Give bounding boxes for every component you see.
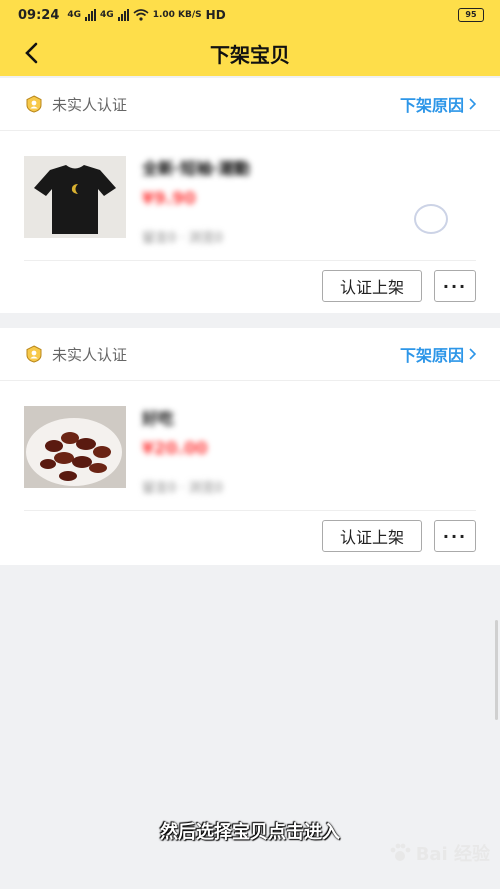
more-button[interactable]: ··· <box>434 520 476 552</box>
delist-reason-link[interactable]: 下架原因 <box>400 92 476 116</box>
wifi-icon <box>133 9 149 21</box>
watermark-text: Bai 经验 <box>415 844 490 865</box>
divider <box>24 260 476 261</box>
signal-icon <box>85 9 97 21</box>
divider <box>24 510 476 511</box>
cert-relist-button[interactable]: 认证上架 <box>322 520 422 552</box>
status-bar: 09:24 4G 4G 1.00 KB/S HD 95 <box>0 0 500 30</box>
cert-status-text: 未实人认证 <box>52 95 128 114</box>
person-badge-icon <box>24 344 44 364</box>
page-title: 下架宝贝 <box>210 42 290 67</box>
product-item[interactable]: 全新·短袖·潮動 ¥9.90 留言0 · 浏览0 <box>0 131 500 261</box>
product-title: 好吃 <box>142 409 175 428</box>
product-price: ¥20.00 <box>142 439 208 459</box>
product-price: ¥9.90 <box>142 189 196 209</box>
baidu-jingyan-watermark: Bai 经验 <box>388 840 490 866</box>
delist-reason-label: 下架原因 <box>399 346 464 365</box>
product-meta: 留言0 · 浏览0 <box>142 231 223 246</box>
product-card[interactable]: 未实人认证 下架原因 全新·短袖·潮動 ¥9.90 留言0 · 浏览0 认证上架… <box>0 78 500 313</box>
card-actions: 认证上架 ··· <box>322 270 476 302</box>
product-card[interactable]: 未实人认证 下架原因 好吃 ¥20.00 留言0 · 浏览0 认证上架 ··· <box>0 328 500 565</box>
hd-label: HD <box>205 8 226 22</box>
card-actions: 认证上架 ··· <box>322 520 476 552</box>
status-time: 09:24 <box>18 7 60 23</box>
person-badge-icon <box>24 94 44 114</box>
network-label: 4G <box>67 10 82 20</box>
product-meta: 留言0 · 浏览0 <box>142 481 223 496</box>
network-label-2: 4G <box>100 10 114 20</box>
product-image-food <box>24 406 126 488</box>
status-icons: 4G 4G 1.00 KB/S HD <box>67 8 225 22</box>
card-header: 未实人认证 下架原因 <box>0 328 500 381</box>
battery-icon: 95 <box>458 8 484 22</box>
product-image-tshirt <box>24 156 126 238</box>
chevron-right-icon <box>469 348 476 360</box>
card-header: 未实人认证 下架原因 <box>0 78 500 131</box>
product-title: 全新·短袖·潮動 <box>142 159 251 178</box>
signal-icon-2 <box>117 9 129 21</box>
loading-spinner-icon <box>414 204 448 234</box>
back-arrow-icon[interactable] <box>22 39 50 67</box>
product-item[interactable]: 好吃 ¥20.00 留言0 · 浏览0 <box>0 381 500 511</box>
more-button[interactable]: ··· <box>434 270 476 302</box>
nav-bar: 下架宝贝 <box>0 30 500 76</box>
cert-status-text: 未实人认证 <box>52 345 128 364</box>
delist-reason-link[interactable]: 下架原因 <box>400 342 476 366</box>
net-speed: 1.00 KB/S <box>152 10 202 20</box>
delist-reason-label: 下架原因 <box>399 96 464 115</box>
paw-icon <box>390 843 411 861</box>
scrollbar[interactable] <box>495 620 498 720</box>
cert-relist-button[interactable]: 认证上架 <box>322 270 422 302</box>
chevron-right-icon <box>469 98 476 110</box>
